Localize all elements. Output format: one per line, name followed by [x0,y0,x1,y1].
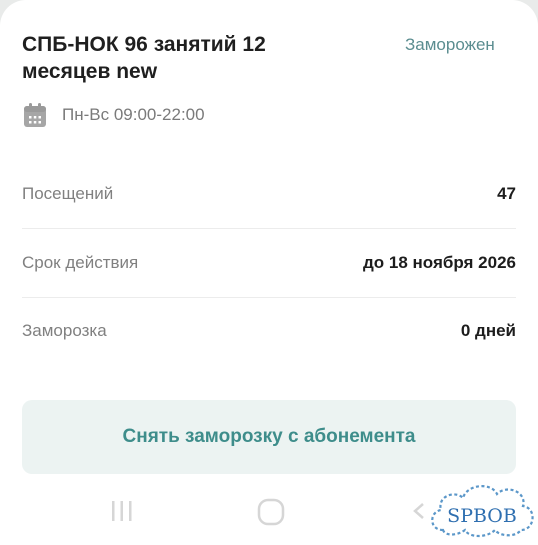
watermark-text: SPBOB [447,505,517,527]
schedule-row: Пн-Вс 09:00-22:00 [24,101,205,129]
home-icon[interactable] [257,498,285,526]
validity-value: до 18 ноября 2026 [363,253,516,272]
freeze-label: Заморозка [22,321,107,340]
subscription-title: СПБ-НОК 96 занятий 12 месяцев new [22,33,266,83]
subscription-sheet: СПБ-НОК 96 занятий 12 месяцев new Заморо… [0,0,538,545]
freeze-row: Заморозка 0 дней [22,318,516,344]
validity-label: Срок действия [22,253,139,272]
unfreeze-button[interactable]: Снять заморозку с абонемента [22,400,516,474]
visits-label: Посещений [22,184,114,203]
recent-apps-icon[interactable] [110,499,134,523]
calendar-icon [24,103,46,127]
freeze-value: 0 дней [460,321,516,340]
visits-row: Посещений 47 [22,181,516,207]
schedule-text: Пн-Вс 09:00-22:00 [62,105,205,124]
divider [22,228,516,229]
visits-value: 47 [497,184,516,203]
validity-row: Срок действия до 18 ноября 2026 [22,250,516,276]
watermark-logo: SPBOB [431,485,534,538]
divider [22,297,516,298]
status-badge: Заморожен [405,35,495,54]
